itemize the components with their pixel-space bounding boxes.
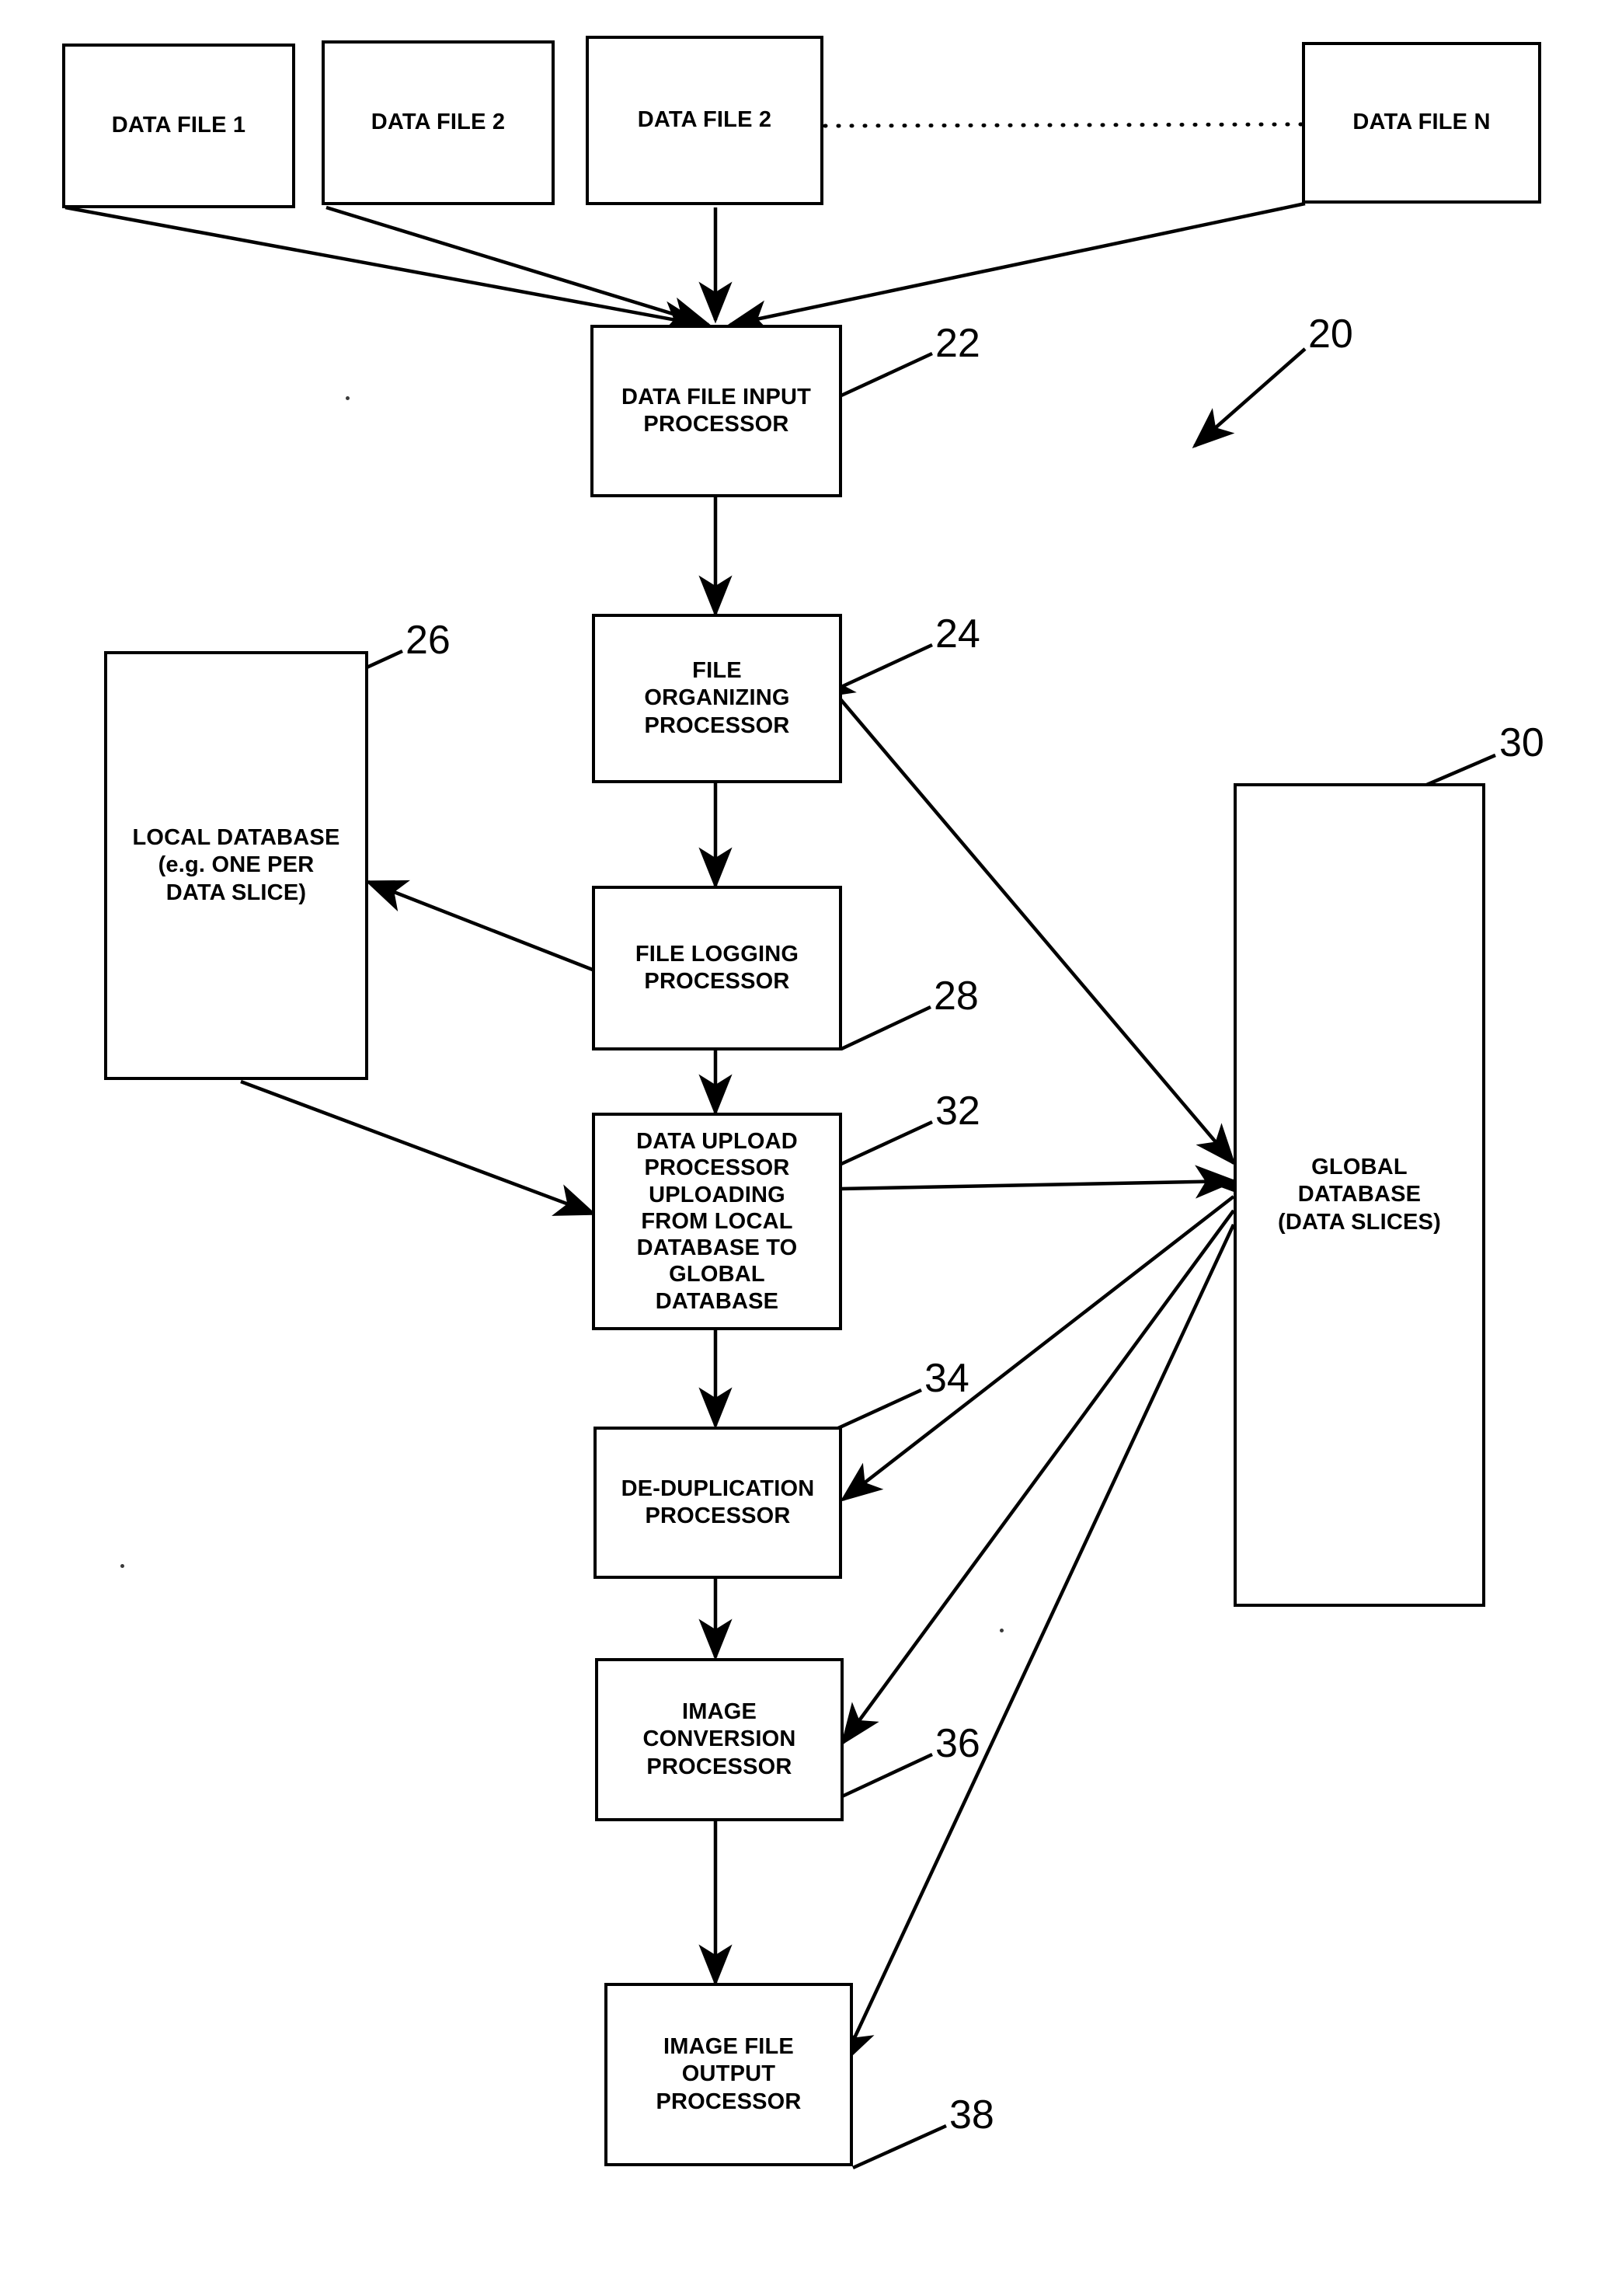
image-file-output-processor-label: IMAGE FILE OUTPUT PROCESSOR bbox=[656, 2033, 802, 2114]
reference-numeral-34: 34 bbox=[924, 1356, 969, 1401]
reference-numeral-32: 32 bbox=[935, 1089, 980, 1134]
data-file-1-box: DATA FILE 1 bbox=[62, 44, 295, 208]
leader-30 bbox=[1422, 753, 1496, 789]
link-file1-to-input bbox=[64, 205, 705, 335]
dotted-continuation bbox=[823, 122, 1304, 128]
reference-numeral-22: 22 bbox=[935, 321, 980, 366]
reference-numeral-30: 30 bbox=[1499, 720, 1544, 765]
scan-speck bbox=[120, 1564, 124, 1568]
leader-22 bbox=[841, 351, 933, 398]
link-organizing-global-db bbox=[816, 671, 1236, 1166]
leader-36 bbox=[841, 1752, 933, 1799]
data-upload-processor-box: DATA UPLOAD PROCESSOR UPLOADING FROM LOC… bbox=[592, 1113, 842, 1330]
global-database-label: GLOBAL DATABASE (DATA SLICES) bbox=[1278, 1154, 1441, 1235]
data-file-2b-label: DATA FILE 2 bbox=[637, 107, 772, 133]
reference-numeral-28: 28 bbox=[934, 974, 979, 1019]
link-global-db-dedup bbox=[840, 1174, 1263, 1502]
data-file-2b-box: DATA FILE 2 bbox=[586, 36, 823, 205]
leader-24 bbox=[841, 643, 933, 689]
data-file-2a-label: DATA FILE 2 bbox=[371, 110, 506, 135]
data-file-2a-box: DATA FILE 2 bbox=[322, 40, 555, 205]
leader-34 bbox=[829, 1388, 922, 1434]
link-global-db-to-output bbox=[841, 1224, 1236, 2067]
local-database-label: LOCAL DATABASE (e.g. ONE PER DATA SLICE) bbox=[132, 824, 340, 905]
de-duplication-processor-label: DE-DUPLICATION PROCESSOR bbox=[621, 1476, 815, 1528]
link-logging-to-local-db bbox=[364, 880, 597, 974]
file-organizing-processor-label: FILE ORGANIZING PROCESSOR bbox=[644, 657, 790, 738]
reference-numeral-24: 24 bbox=[935, 611, 980, 657]
image-conversion-processor-box: IMAGE CONVERSION PROCESSOR bbox=[595, 1658, 844, 1821]
image-file-output-processor-box: IMAGE FILE OUTPUT PROCESSOR bbox=[604, 1983, 853, 2166]
link-upload-to-global-db bbox=[840, 1165, 1237, 1199]
data-file-input-processor-label: DATA FILE INPUT PROCESSOR bbox=[621, 384, 812, 437]
local-database-box: LOCAL DATABASE (e.g. ONE PER DATA SLICE) bbox=[104, 651, 368, 1080]
link-file2a-to-input bbox=[325, 205, 712, 330]
reference-numeral-26: 26 bbox=[406, 618, 451, 663]
leader-20 bbox=[1192, 347, 1307, 448]
data-upload-processor-label: DATA UPLOAD PROCESSOR UPLOADING FROM LOC… bbox=[636, 1129, 798, 1314]
link-global-db-to-conversion bbox=[841, 1209, 1235, 1746]
scan-speck bbox=[1000, 1629, 1004, 1632]
scan-speck bbox=[346, 396, 350, 400]
leader-32 bbox=[841, 1120, 933, 1166]
file-logging-processor-box: FILE LOGGING PROCESSOR bbox=[592, 886, 842, 1050]
leader-38 bbox=[852, 2124, 947, 2170]
reference-numeral-38: 38 bbox=[949, 2092, 994, 2137]
reference-numeral-20: 20 bbox=[1308, 312, 1353, 357]
patent-figure: DATA FILE 1 DATA FILE 2 DATA FILE 2 DATA… bbox=[0, 0, 1622, 2296]
link-local-db-to-upload bbox=[240, 1079, 597, 1216]
link-filen-to-input bbox=[726, 201, 1306, 333]
file-logging-processor-label: FILE LOGGING PROCESSOR bbox=[635, 941, 799, 994]
de-duplication-processor-box: DE-DUPLICATION PROCESSOR bbox=[593, 1427, 842, 1579]
file-organizing-processor-box: FILE ORGANIZING PROCESSOR bbox=[592, 614, 842, 783]
global-database-box: GLOBAL DATABASE (DATA SLICES) bbox=[1234, 783, 1485, 1607]
data-file-n-box: DATA FILE N bbox=[1302, 42, 1541, 204]
reference-numeral-36: 36 bbox=[935, 1721, 980, 1766]
data-file-n-label: DATA FILE N bbox=[1352, 110, 1491, 135]
data-file-input-processor-box: DATA FILE INPUT PROCESSOR bbox=[590, 325, 842, 497]
image-conversion-processor-label: IMAGE CONVERSION PROCESSOR bbox=[642, 1698, 796, 1779]
data-file-1-label: DATA FILE 1 bbox=[111, 113, 246, 138]
leader-28 bbox=[841, 1005, 931, 1051]
